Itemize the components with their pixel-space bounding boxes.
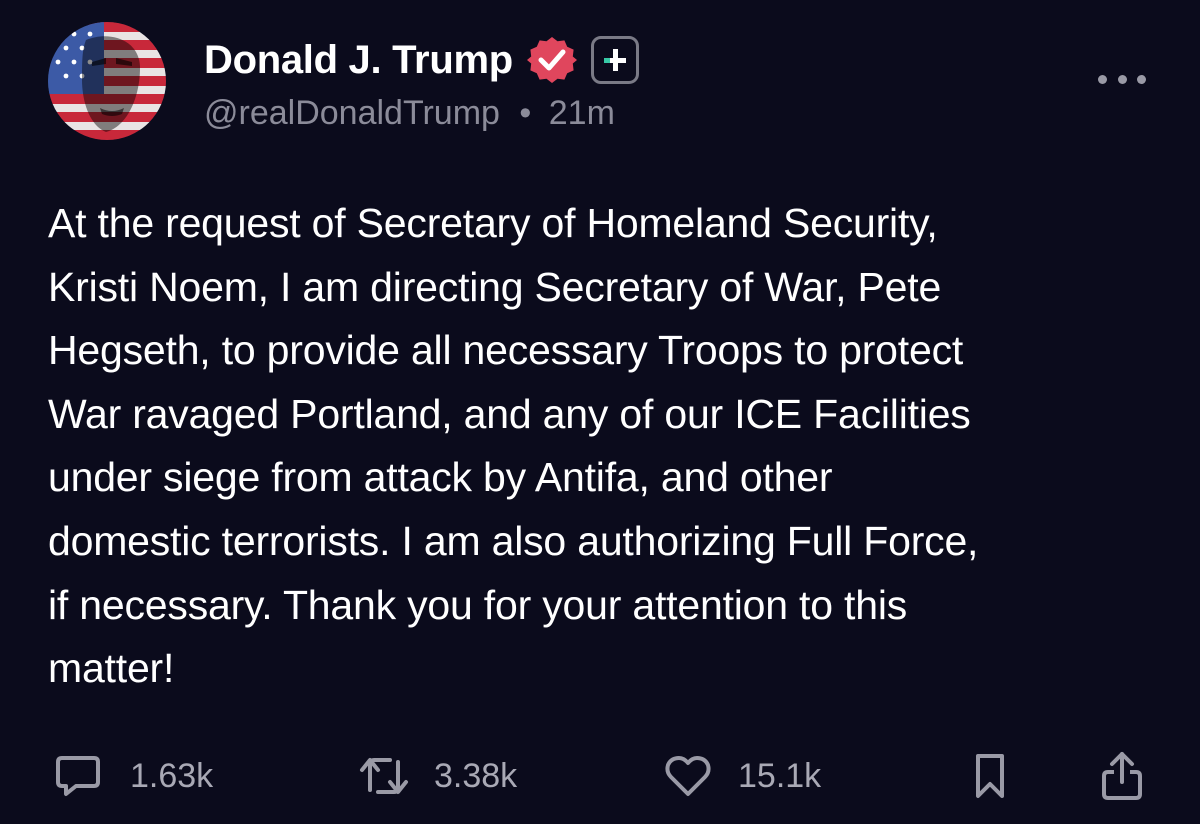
author-avatar[interactable] bbox=[48, 22, 166, 140]
share-icon bbox=[1098, 748, 1146, 804]
repost-icon bbox=[356, 750, 412, 802]
post-body-line: At the request of Secretary of Homeland … bbox=[48, 200, 938, 246]
share-button[interactable] bbox=[1098, 744, 1146, 808]
heart-icon bbox=[664, 752, 712, 800]
post-body-line: domestic terrorists. I am also authorizi… bbox=[48, 517, 979, 564]
author-display-name[interactable]: Donald J. Trump bbox=[204, 38, 513, 83]
like-button[interactable]: 15.1k bbox=[664, 744, 821, 808]
retruth-button[interactable]: 3.38k bbox=[356, 744, 517, 808]
more-dot bbox=[1098, 74, 1107, 84]
more-options-icon[interactable] bbox=[1098, 64, 1146, 94]
post-actions-bar: 1.63k 3.38k 15.1k bbox=[0, 744, 1200, 808]
meta-separator: • bbox=[519, 94, 532, 132]
post-card: Donald J. Trump @realDonaldTrump • 21m A… bbox=[0, 0, 1200, 824]
retruth-count: 3.38k bbox=[434, 756, 518, 795]
avatar-flag-face-icon bbox=[48, 22, 166, 140]
post-body-line: Hegseth, to provide all necessary Troops… bbox=[48, 327, 964, 374]
author-handle-row: @realDonaldTrump • 21m bbox=[204, 94, 615, 133]
post-body-line: if necessary. Thank you for your attenti… bbox=[48, 581, 908, 628]
author-name-row: Donald J. Trump bbox=[204, 34, 639, 86]
reply-count: 1.63k bbox=[130, 756, 214, 795]
post-body-line: Kristi Noem, I am directing Secretary of… bbox=[48, 263, 942, 310]
post-timestamp[interactable]: 21m bbox=[549, 94, 615, 132]
post-body-line: War ravaged Portland, and any of our ICE… bbox=[48, 390, 971, 437]
bookmark-icon bbox=[972, 750, 1008, 802]
more-dot bbox=[1137, 74, 1146, 84]
verified-badge-icon bbox=[526, 35, 577, 85]
author-handle[interactable]: @realDonaldTrump bbox=[204, 94, 500, 132]
bookmark-button[interactable] bbox=[972, 744, 1008, 808]
reply-icon bbox=[52, 750, 104, 802]
post-body: At the request of Secretary of Homeland … bbox=[48, 192, 1158, 701]
more-dot bbox=[1117, 74, 1127, 84]
post-body-line: under siege from attack by Antifa, and o… bbox=[48, 454, 833, 501]
post-body-line: matter! bbox=[48, 645, 175, 692]
reply-button[interactable]: 1.63k bbox=[52, 744, 213, 808]
like-count: 15.1k bbox=[738, 756, 822, 795]
plus-badge-icon[interactable] bbox=[590, 36, 639, 84]
